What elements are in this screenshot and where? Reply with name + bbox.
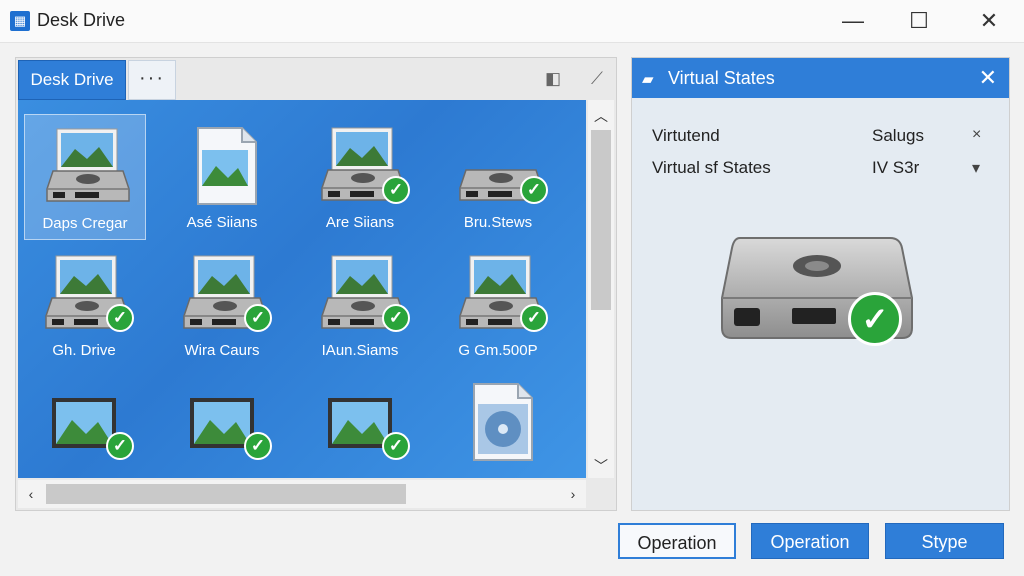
property-row: Virtual sf States IV S3r ▾	[652, 158, 992, 182]
file-tile[interactable]: Asé Siians	[162, 114, 282, 238]
check-icon: ✓	[520, 176, 548, 204]
tab-desk-drive[interactable]: Desk Drive	[18, 60, 126, 100]
property-value[interactable]: IV S3r	[872, 158, 919, 178]
check-icon: ✓	[106, 432, 134, 460]
scroll-up-icon[interactable]: ︿	[588, 106, 614, 126]
edit-icon[interactable]: ⟋	[586, 68, 608, 90]
file-label: G Gm.500P	[458, 342, 538, 359]
file-tile[interactable]: ✓ G Gm.500P	[438, 242, 558, 366]
check-icon: ✓	[244, 432, 272, 460]
property-name: Virtual sf States	[652, 158, 771, 177]
virtual-states-panel: ▰ Virtual States ✕ Virtutend Salugs × Vi…	[631, 57, 1010, 511]
chevron-down-icon[interactable]: ▾	[972, 158, 980, 178]
property-value: Salugs	[872, 126, 924, 145]
close-button[interactable]: ✕	[966, 4, 1012, 38]
check-icon: ✓	[520, 304, 548, 332]
file-tile[interactable]: ✓ IAun.Siams	[300, 242, 420, 366]
check-icon: ✓	[382, 432, 410, 460]
window-title: Desk Drive	[37, 10, 126, 30]
file-tile[interactable]: ✓ Are Siians	[300, 114, 420, 238]
file-label: Asé Siians	[186, 214, 258, 231]
clear-icon[interactable]: ×	[972, 126, 981, 144]
image-file-icon	[197, 127, 257, 205]
file-tile[interactable]: ✓ Wira Caurs	[162, 242, 282, 366]
check-icon: ✓	[848, 292, 902, 346]
vertical-scrollbar[interactable]: ︿ ﹀	[588, 100, 614, 478]
maximize-button[interactable]: ☐	[896, 4, 942, 38]
check-icon: ✓	[382, 176, 410, 204]
vertical-scroll-thumb[interactable]	[591, 130, 611, 310]
file-tile[interactable]	[438, 370, 558, 478]
check-icon: ✓	[244, 304, 272, 332]
drive-browser-panel: Desk Drive ··· ◧ ⟋ Daps Cregar Asé Siians…	[15, 57, 617, 511]
file-label: Wira Caurs	[184, 342, 260, 359]
disc-file-icon	[473, 383, 533, 461]
image-drive-icon	[46, 128, 130, 202]
file-tile[interactable]: ✓ Bru.Stews	[438, 114, 558, 238]
scroll-down-icon[interactable]: ﹀	[588, 456, 614, 476]
file-tile[interactable]: ✓	[24, 370, 144, 478]
file-label: Are Siians	[325, 214, 395, 231]
operation-button-secondary[interactable]: Operation	[618, 523, 736, 559]
file-label: Daps Cregar	[42, 215, 128, 232]
title-bar: ▦ Desk Drive — ☐ ✕	[0, 0, 1024, 43]
minimize-button[interactable]: —	[830, 4, 876, 38]
check-icon: ✓	[382, 304, 410, 332]
scroll-right-icon[interactable]: ›	[560, 486, 586, 502]
panel-header: ▰ Virtual States ✕	[632, 58, 1009, 98]
scroll-left-icon[interactable]: ‹	[18, 486, 44, 502]
file-label: Bru.Stews	[463, 214, 533, 231]
file-tile[interactable]: ✓ Gh. Drive	[24, 242, 144, 366]
file-label: IAun.Siams	[321, 342, 399, 359]
operation-button[interactable]: Operation	[751, 523, 869, 559]
horizontal-scroll-thumb[interactable]	[46, 484, 406, 504]
tab-more[interactable]: ···	[128, 60, 176, 100]
app-icon: ▦	[10, 11, 30, 31]
property-row: Virtutend Salugs ×	[652, 126, 992, 150]
check-icon: ✓	[106, 304, 134, 332]
file-tile[interactable]: ✓	[162, 370, 282, 478]
close-icon[interactable]: ✕	[979, 65, 997, 91]
stype-button[interactable]: Stype	[885, 523, 1004, 559]
panel-title: Virtual States	[668, 68, 775, 88]
property-name: Virtutend	[652, 126, 720, 145]
drive-icon: ▰	[642, 71, 654, 88]
file-tile[interactable]: ✓	[300, 370, 420, 478]
panel-icon[interactable]: ◧	[542, 68, 564, 90]
file-grid: Daps Cregar Asé Siians ✓ Are Siians ✓ Bru.Ste…	[18, 100, 586, 478]
horizontal-scrollbar[interactable]: ‹ ›	[18, 480, 586, 508]
file-label: Gh. Drive	[52, 342, 116, 359]
file-tile[interactable]: Daps Cregar	[24, 114, 146, 240]
